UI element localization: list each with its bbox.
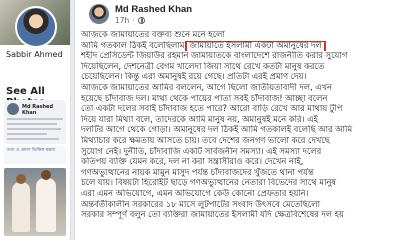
post-text-line: চলে যায়। বিষয়টা হিরোইট ছাড়ে গণঅভ্যুত্…	[81, 178, 336, 189]
post-text-line: শহীদ প্রেসিডেন্ট জিয়াউর রহমান জামায়াতক…	[81, 51, 348, 62]
post-text-line: চেয়েছিলেন। কিন্তু এরা অমানুষই রয়ে গেছে…	[81, 72, 307, 83]
person-figure	[12, 182, 30, 232]
post-text-line: তো একটা দলের সবাই চাঁদাবাজ হতে পারে? আরো…	[81, 104, 343, 115]
text-line	[7, 133, 47, 135]
text-line	[7, 138, 59, 140]
post-text-line: দিয়েছিলেন, দেশনেত্রী বেগম খালেদা জিয়া …	[81, 61, 325, 72]
photo-thumbnail[interactable]	[4, 168, 66, 236]
shared-post-thumbnail[interactable]: Md Rashed Khan	[4, 100, 66, 144]
post-text-line: গণঅভ্যুত্থানের নায়ক মামুন মাসুদ পর্যন্ত…	[81, 167, 314, 178]
mini-card-title: Md Rashed Khan	[22, 104, 54, 116]
author-name[interactable]: Md Rashed Khan	[115, 4, 192, 15]
shared-link-preview[interactable]: তথ্য ও প্রমাণ ভিত্তিক মন্তব্য	[4, 146, 66, 164]
post-text-line: সুযোগ নেই। দুর্নীতি, চাঁদাবাজি একটি সার্…	[81, 146, 322, 157]
post-text-line: আজকে জামায়াতের আমির বললেন, আগে ছিলো জাত…	[81, 82, 332, 93]
profile-name[interactable]: Sabbir Ahmed	[6, 50, 68, 59]
post-text-line: আজকে জামায়াতের বক্তব্য শুনে মনে হলো	[81, 30, 225, 40]
post-timestamp[interactable]: 17h	[115, 16, 129, 25]
post-text-line: কতিপয় ব্যক্তি যেমন করে, দল না করা সন্ত্…	[81, 157, 304, 168]
text-line	[7, 123, 57, 125]
author-avatar[interactable]	[89, 4, 109, 24]
post-text-segment: আমি গতকাল ঠিকই বলেছিলাম	[81, 40, 185, 51]
person-figure	[36, 178, 56, 232]
post-text-line: সরকার সম্পূর্ণ বলুন তো ব্যক্তিরা জামায়া…	[81, 210, 344, 221]
post-body: আজকে জামায়াতের বক্তব্য শুনে মনে হলো আমি…	[81, 30, 397, 221]
post-text-line: এরা এমন অভিযোগে, এমন অভিযোগে কেউ কোনো প্…	[81, 188, 309, 199]
post-text-line: দিয়ে যারা মিথ্যা বলে, তাদেরকে আমি মানুষ…	[81, 114, 318, 125]
person-head	[41, 170, 51, 180]
post-text-line: অন্তর্বর্তীকালীন সরকারের ১৮ মাসে লুটপাটে…	[81, 199, 320, 210]
text-line	[7, 128, 61, 130]
post-text-line: দলটির আগে থেকে গোড়া। অমানুষের দল ঠিকই আ…	[81, 125, 353, 136]
globe-icon	[137, 17, 145, 24]
post-text-line: হয়েছে চাঁদাবাজ দল। মাথা থেকে পায়ের পাত…	[81, 93, 328, 104]
post-text-line: মিথ্যাচার করে ক্ষমতায় আসতে চায়। তবে দে…	[81, 135, 330, 146]
profile-avatar[interactable]	[15, 6, 57, 48]
post-meta: 17h ·	[115, 16, 145, 25]
highlighted-quote: জামায়াতে ইসলামী একটা অমানুষের দল	[185, 40, 326, 52]
text-line	[7, 118, 63, 120]
post-card: Md Rashed Khan 17h · আজকে জামায়াতের বক্…	[74, 0, 400, 240]
mini-avatar	[7, 103, 19, 115]
profile-sidebar: Sabbir Ahmed See All Photos Md Rashed Kh…	[0, 0, 71, 240]
post-text-line: আমি গতকাল ঠিকই বলেছিলাম জামায়াতে ইসলামী …	[81, 40, 397, 52]
person-head	[16, 174, 26, 184]
meta-separator: ·	[132, 16, 135, 25]
